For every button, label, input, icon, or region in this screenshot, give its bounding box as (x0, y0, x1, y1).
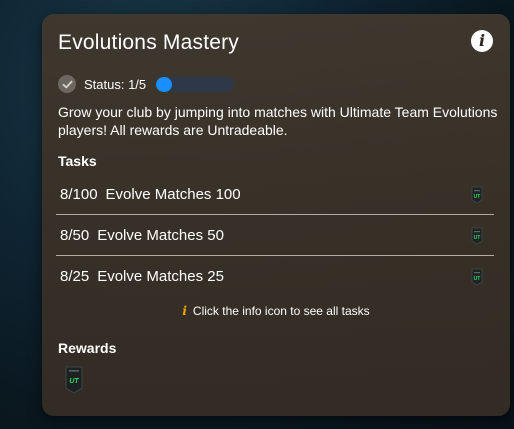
task-name: Evolve Matches 50 (97, 226, 224, 244)
svg-text:UT: UT (69, 378, 79, 385)
task-progress: 8/25 (60, 267, 90, 285)
task-progress: 8/50 (60, 226, 90, 244)
task-name: Evolve Matches 25 (97, 267, 224, 285)
tasks-heading: Tasks (58, 153, 97, 169)
task-name: Evolve Matches 100 (105, 185, 241, 203)
hint-info-icon: i (182, 304, 187, 318)
status-progress-bar (156, 76, 235, 92)
info-icon[interactable]: i (471, 30, 493, 52)
status-progress-fill (156, 76, 172, 92)
task-list: 8/100 Evolve Matches 100 UT 8/50 Evolve … (56, 174, 494, 296)
task-row[interactable]: 8/50 Evolve Matches 50 UT (56, 215, 494, 256)
info-hint: i Click the info icon to see all tasks (42, 304, 510, 318)
pack-icon: UT (470, 268, 484, 291)
panel-title: Evolutions Mastery (58, 31, 240, 54)
description-text: Grow your club by jumping into matches w… (58, 104, 498, 138)
ut-pack-icon[interactable]: UT (64, 366, 84, 399)
task-row[interactable]: 8/25 Evolve Matches 25 UT (56, 256, 494, 296)
svg-text:UT: UT (474, 194, 481, 200)
rewards-heading: Rewards (58, 340, 117, 356)
status-row: Status: 1/5 (58, 74, 235, 94)
check-icon (58, 75, 76, 93)
evolutions-mastery-panel: Evolutions Mastery i Status: 1/5 Grow yo… (42, 14, 510, 416)
pack-icon: UT (470, 186, 484, 209)
status-label: Status: 1/5 (84, 76, 147, 92)
task-progress: 8/100 (60, 185, 98, 203)
svg-text:UT: UT (474, 276, 481, 282)
pack-icon: UT (470, 227, 484, 250)
task-row[interactable]: 8/100 Evolve Matches 100 UT (56, 174, 494, 215)
svg-text:UT: UT (474, 235, 481, 241)
hint-text: Click the info icon to see all tasks (192, 304, 370, 318)
